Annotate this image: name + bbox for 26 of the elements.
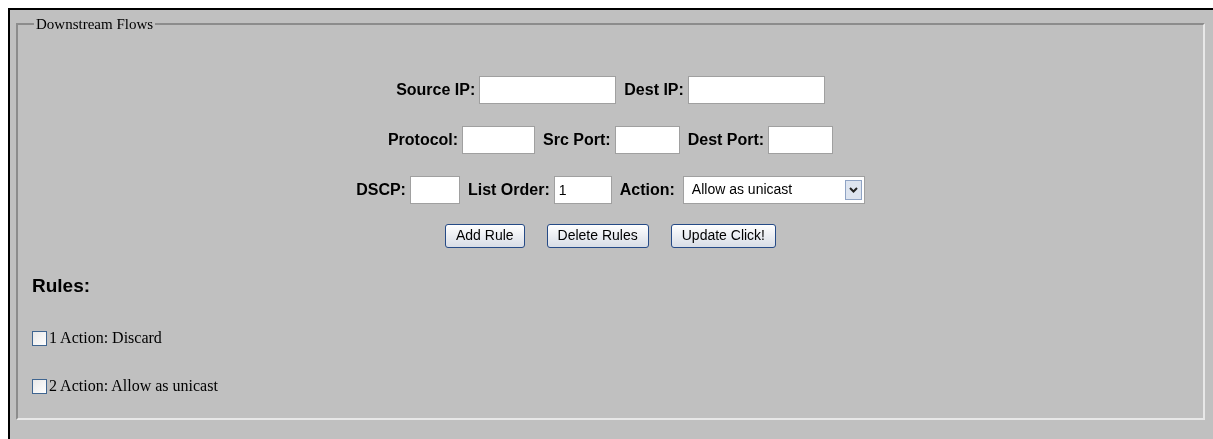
field-label: DSCP: (356, 179, 406, 200)
rules-heading: Rules: (32, 273, 92, 298)
text-field[interactable] (768, 125, 834, 154)
field-label: Action: (619, 179, 675, 200)
text-field[interactable] (462, 125, 536, 154)
form-button[interactable]: Update Click! (670, 223, 776, 248)
text-field[interactable] (409, 175, 460, 204)
field-label: Dest Port: (687, 129, 765, 150)
text-field[interactable] (687, 75, 825, 104)
rule-label: 1 Action: Discard (49, 328, 162, 348)
fieldset-legend: Downstream Flows (34, 13, 156, 36)
text-field[interactable] (479, 75, 617, 104)
form-button[interactable]: Delete Rules (546, 223, 649, 248)
text-field[interactable]: 1 (553, 175, 612, 204)
field-label: Src Port: (543, 129, 611, 150)
rule-checkbox[interactable] (32, 330, 47, 346)
field-label: Protocol: (387, 129, 459, 150)
dropdown-icon (844, 179, 862, 200)
rule-checkbox[interactable] (32, 378, 47, 394)
form-button[interactable]: Add Rule (445, 223, 525, 248)
field-label: List Order: (467, 179, 550, 200)
field-label: Source IP: (396, 79, 476, 100)
field-label: Dest IP: (624, 79, 684, 100)
text-field[interactable] (614, 125, 680, 154)
rule-label: 2 Action: Allow as unicast (49, 376, 218, 396)
action-select[interactable]: Allow as unicast (682, 175, 865, 204)
